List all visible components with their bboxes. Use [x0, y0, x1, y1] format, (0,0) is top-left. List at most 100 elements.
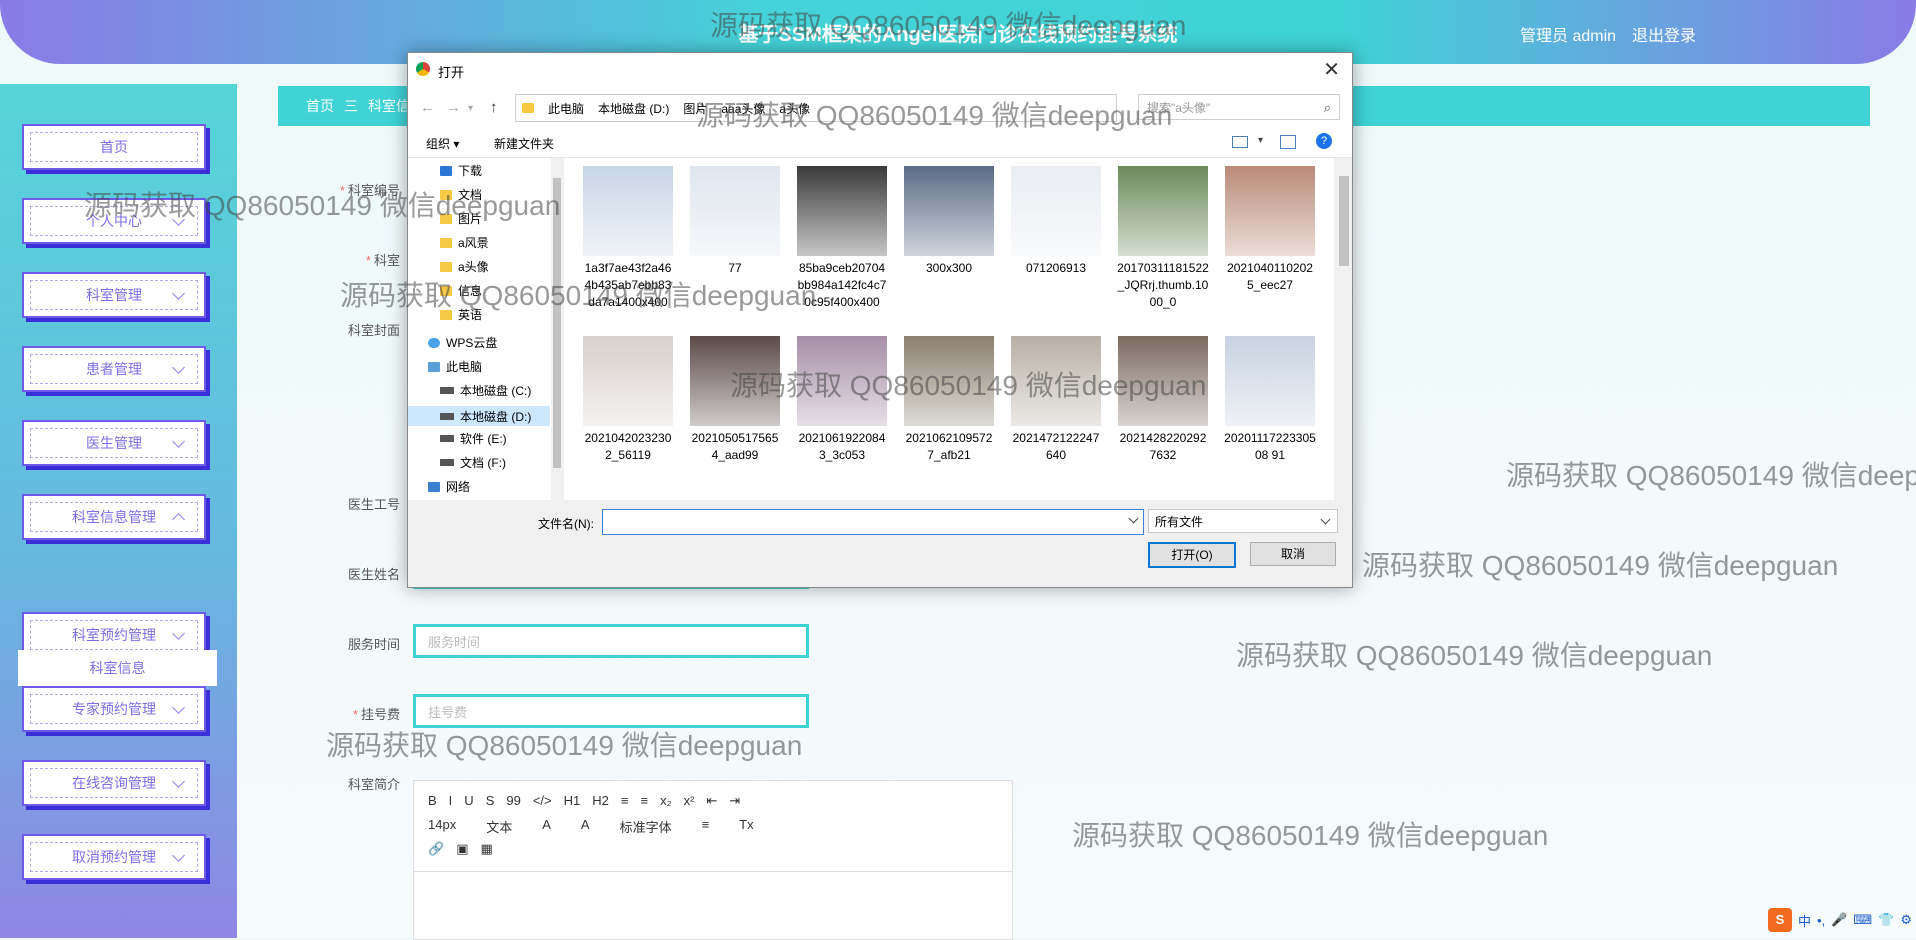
tree-node[interactable]: 本地磁盘 (C:) — [440, 382, 531, 399]
service-time-input[interactable]: 服务时间 — [413, 624, 809, 658]
fee-input[interactable]: 挂号费 — [413, 694, 809, 728]
tree-node[interactable]: 文档 — [440, 186, 482, 203]
chevron-down-icon[interactable]: ▾ — [1258, 135, 1263, 146]
file-item[interactable]: 2021472122247640 — [1010, 336, 1102, 464]
file-item[interactable]: 20210505175654_aad99 — [689, 336, 781, 464]
editor-tool-button[interactable]: Tx — [739, 817, 753, 836]
editor-tool-button[interactable]: A — [581, 817, 590, 836]
editor-tool-button[interactable]: ⇤ — [706, 793, 717, 809]
editor-tool-button[interactable]: </> — [533, 793, 552, 809]
editor-tool-button[interactable]: 14px — [428, 817, 456, 836]
editor-tool-button[interactable]: A — [542, 817, 551, 836]
tree-node[interactable]: 网络 — [428, 478, 470, 495]
path-segment[interactable]: aaa头像 — [721, 100, 765, 117]
tree-node[interactable]: a风景 — [440, 234, 489, 251]
skin-icon[interactable]: 👕 — [1878, 912, 1894, 928]
editor-tool-button[interactable]: 文本 — [486, 817, 512, 836]
sidebar-item[interactable]: 首页 — [18, 120, 210, 174]
tree-node[interactable]: 英语 — [440, 306, 482, 323]
sidebar-item[interactable]: 医生管理 — [18, 416, 210, 470]
close-icon[interactable]: ✕ — [1323, 57, 1340, 82]
tree-node[interactable]: 文档 (F:) — [440, 454, 506, 471]
tree-node[interactable]: a头像 — [440, 258, 489, 275]
editor-tool-button[interactable]: H2 — [592, 793, 609, 809]
file-item[interactable]: 20210619220843_3c053 — [796, 336, 888, 464]
forward-arrow-icon[interactable]: → — [446, 99, 461, 116]
sidebar-subitem-dept-info[interactable]: 科室信息 — [18, 650, 217, 686]
editor-tool-button[interactable]: ≡ — [702, 817, 710, 836]
tree-node[interactable]: 下载 — [440, 162, 482, 179]
editor-tool-button[interactable]: 🔗 — [428, 841, 444, 857]
punctuation-icon[interactable]: •, — [1817, 913, 1825, 928]
cancel-button[interactable]: 取消 — [1250, 542, 1336, 566]
sidebar-item[interactable]: 个人中心 — [18, 194, 210, 248]
tree-node[interactable]: 本地磁盘 (D:) — [408, 406, 550, 426]
ime-lang[interactable]: 中 — [1798, 911, 1811, 930]
file-item[interactable]: 20170311181522_JQRrj.thumb.1000_0 — [1117, 166, 1209, 311]
breadcrumb-home[interactable]: 首页 — [306, 96, 334, 116]
file-item[interactable]: 20210621095727_afb21 — [903, 336, 995, 464]
path-segment[interactable]: 本地磁盘 (D:) — [598, 100, 669, 117]
file-item[interactable]: 1a3f7ae43f2a464b435ab7ebb83da7a1400x400 — [582, 166, 674, 311]
help-icon[interactable]: ? — [1316, 133, 1332, 149]
editor-tool-button[interactable]: 标准字体 — [620, 817, 672, 836]
editor-tool-button[interactable]: ▣ — [456, 841, 468, 857]
keyboard-icon[interactable]: ⌨ — [1853, 912, 1872, 928]
path-segment[interactable]: 图片 — [683, 100, 707, 117]
file-item[interactable]: 85ba9ceb20704bb984a142fc4c70c95f400x400 — [796, 166, 888, 311]
editor-tool-button[interactable]: B — [428, 793, 437, 809]
editor-tool-button[interactable]: I — [449, 793, 453, 809]
file-item[interactable]: 20214282202927632 — [1117, 336, 1209, 464]
editor-tool-button[interactable]: S — [486, 793, 495, 809]
file-item[interactable]: 071206913 — [1010, 166, 1102, 277]
search-input[interactable]: 搜索"a头像" ⌕ — [1138, 94, 1340, 120]
sogou-ime-icon[interactable]: S — [1768, 908, 1793, 932]
sidebar-item[interactable]: 在线咨询管理 — [18, 756, 210, 810]
tree-node[interactable]: 信息 — [440, 282, 482, 299]
new-folder-button[interactable]: 新建文件夹 — [494, 135, 554, 152]
chevron-down-icon — [172, 213, 185, 226]
sidebar-item[interactable]: 专家预约管理 — [18, 682, 210, 736]
open-button[interactable]: 打开(O) — [1148, 542, 1236, 568]
file-type-select[interactable]: 所有文件 — [1148, 509, 1338, 533]
editor-tool-button[interactable]: ▦ — [480, 841, 492, 857]
file-item[interactable]: 300x300 — [903, 166, 995, 277]
filename-input[interactable] — [602, 509, 1144, 535]
sidebar-item[interactable]: 患者管理 — [18, 342, 210, 396]
file-scrollbar[interactable] — [1336, 158, 1352, 500]
file-item[interactable]: 2020111722330508 91 — [1224, 336, 1316, 464]
organize-menu[interactable]: 组织 ▾ — [426, 135, 459, 152]
editor-tool-button[interactable]: ⇥ — [729, 793, 740, 809]
sidebar-item[interactable]: 科室管理 — [18, 268, 210, 322]
tree-node[interactable]: 软件 (E:) — [440, 430, 507, 447]
microphone-icon[interactable]: 🎤 — [1831, 912, 1847, 928]
sidebar-item[interactable]: 取消预约管理 — [18, 830, 210, 884]
editor-tool-button[interactable]: U — [464, 793, 473, 809]
back-arrow-icon[interactable]: ← — [420, 99, 435, 116]
file-item[interactable]: 77 — [689, 166, 781, 277]
editor-tool-button[interactable]: ≡ — [621, 793, 629, 809]
path-segment[interactable]: 此电脑 — [548, 100, 584, 117]
editor-tool-button[interactable]: H1 — [564, 793, 581, 809]
editor-tool-button[interactable]: x₂ — [660, 793, 672, 809]
address-bar[interactable]: 此电脑 本地磁盘 (D:) 图片 aaa头像 a头像 — [515, 94, 1117, 122]
file-item[interactable]: 20210401102025_eec27 — [1224, 166, 1316, 294]
file-item[interactable]: 20210420232302_56119 — [582, 336, 674, 464]
logout-link[interactable]: 退出登录 — [1632, 22, 1696, 46]
view-options-icon[interactable] — [1232, 136, 1248, 148]
editor-tool-button[interactable]: x² — [684, 793, 695, 809]
preview-pane-icon[interactable] — [1280, 135, 1296, 149]
tree-scrollbar[interactable] — [551, 158, 563, 500]
editor-tool-button[interactable]: 99 — [506, 793, 520, 809]
chevron-down-icon[interactable] — [1128, 513, 1139, 524]
rich-text-editor[interactable]: B I U S 99 </> H1 H2 ≡ ≡ x₂ x² ⇤ ⇥ 14px 文本 A A 标准字体 ≡ Tx 🔗 ▣… — [413, 780, 1013, 940]
settings-icon[interactable]: ⚙ — [1900, 912, 1912, 928]
up-arrow-icon[interactable]: ↑ — [490, 99, 498, 116]
tree-node[interactable]: WPS云盘 — [428, 334, 497, 351]
tree-node[interactable]: 图片 — [440, 210, 482, 227]
tree-node[interactable]: 此电脑 — [428, 358, 482, 375]
path-segment[interactable]: a头像 — [779, 100, 810, 117]
sidebar-item[interactable]: 科室信息管理 — [18, 490, 210, 544]
recent-dropdown-icon[interactable]: ▾ — [468, 103, 473, 114]
editor-tool-button[interactable]: ≡ — [640, 793, 648, 809]
